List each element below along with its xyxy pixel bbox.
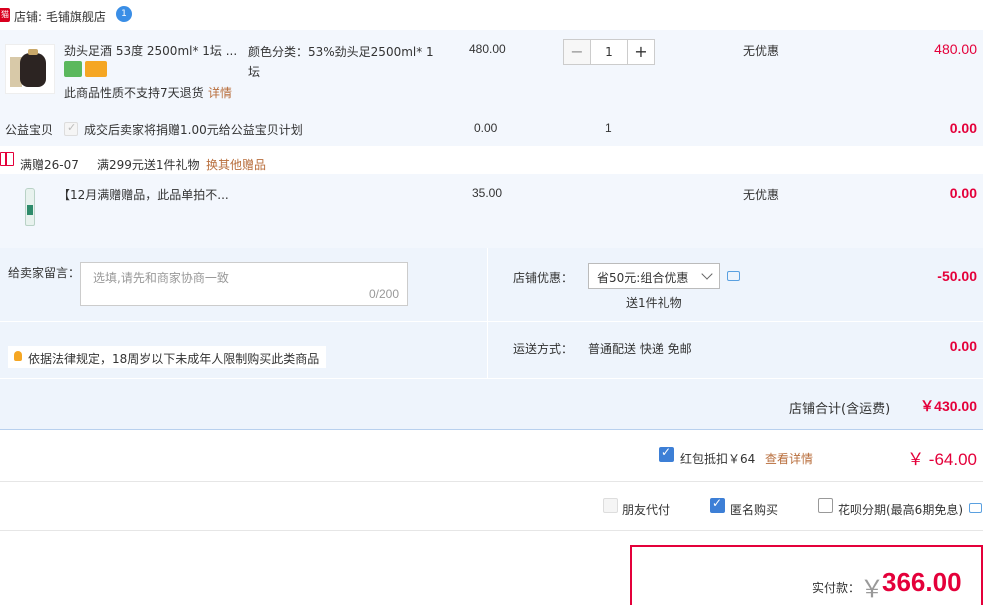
pay-currency: ￥: [860, 576, 884, 603]
shop-discount-label: 店铺优惠：: [513, 271, 574, 285]
gift-icon: [0, 152, 14, 166]
order-summary-panel: 给卖家留言： 选填,请先和商家协商一致 0/200 店铺优惠： 省50元:组合优…: [0, 248, 983, 430]
shop-discount-selected: 省50元:组合优惠: [597, 271, 689, 285]
anonymous-label: 匿名购买: [730, 503, 779, 517]
charity-text: 成交后卖家将捐赠1.00元给公益宝贝计划: [84, 123, 303, 137]
charity-subtotal: 0.00: [949, 120, 977, 136]
quantity-decrease-button[interactable]: −: [563, 39, 591, 65]
legal-tip-box: 依据法律规定，18周岁以下未成年人限制购买此类商品: [8, 346, 326, 368]
gift-price: 35.00: [472, 186, 503, 200]
gift-promo-text: 满299元送1件礼物: [97, 158, 200, 172]
gift-thumbnail[interactable]: [5, 182, 55, 232]
shop-header: 猫 店铺: 毛铺旗舰店 1: [0, 0, 983, 30]
pay-amount: 366.00: [882, 567, 962, 597]
unit-price: 480.00: [469, 42, 506, 56]
item-discount-text: 无优惠: [743, 44, 780, 58]
friend-pay-label: 朋友代付: [622, 503, 671, 517]
divider-line: [0, 481, 983, 482]
credit-badge-icon: [64, 61, 82, 77]
delivery-amount: 0.00: [949, 338, 977, 354]
redpacket-checkbox[interactable]: [659, 445, 674, 462]
charity-quantity: 1: [605, 121, 612, 135]
gift-subtotal: 0.00: [949, 185, 977, 201]
legal-tip-text: 依据法律规定，18周岁以下未成年人限制购买此类商品: [28, 352, 320, 366]
gift-item-row: 【12月满赠赠品，此品单拍不... 35.00 无优惠 0.00: [0, 174, 983, 248]
huabei-label: 花呗分期(最高6期免息): [838, 503, 963, 517]
lightbulb-icon: [14, 351, 22, 361]
delivery-value: 普通配送 快递 免邮: [588, 342, 692, 356]
sku-label: 颜色分类：53%劲头足2500ml* 1坛: [248, 45, 434, 79]
summary-vertical-divider: [487, 248, 488, 378]
bottle-shape: [25, 188, 35, 226]
pay-label: 实付款：: [812, 581, 861, 595]
gift-promo-header: 满赠26-07 满299元送1件礼物 换其他赠品: [0, 146, 983, 174]
delivery-label: 运送方式：: [513, 342, 574, 356]
summary-divider: [0, 321, 983, 322]
change-gift-link[interactable]: 换其他赠品: [206, 156, 266, 173]
gift-promo-tag: 满赠26-07: [20, 158, 79, 172]
divider-line: [0, 530, 983, 531]
gift-discount-text: 无优惠: [743, 188, 780, 202]
charity-row: 公益宝贝 成交后卖家将捐赠1.00元给公益宝贝计划 0.00 1 0.00: [0, 112, 983, 146]
charity-label: 公益宝贝: [5, 123, 54, 137]
friend-pay-checkbox: [603, 498, 618, 513]
memo-placeholder: 选填,请先和商家协商一致: [93, 271, 229, 285]
quantity-increase-button[interactable]: +: [627, 39, 655, 65]
charity-price: 0.00: [474, 121, 498, 135]
anonymous-checkbox[interactable]: [710, 496, 725, 513]
product-title-link[interactable]: 劲头足酒 53度 2500ml* 1坛 ...: [64, 42, 244, 59]
memo-char-count: 0/200: [368, 287, 399, 301]
chevron-down-icon: [701, 268, 713, 280]
shop-name-link[interactable]: 店铺: 毛铺旗舰店: [14, 8, 106, 25]
order-item-row: 劲头足酒 53度 2500ml* 1坛 ... 颜色分类：53%劲头足2500m…: [0, 30, 983, 112]
charity-checkbox: [64, 121, 78, 136]
liquor-jar-shape: [20, 49, 46, 87]
shop-total-label: 店铺合计(含运费): [789, 402, 891, 417]
card-payment-icon: [85, 61, 107, 77]
shop-discount-select[interactable]: 省50元:组合优惠: [588, 263, 720, 289]
item-subtotal: 480.00: [934, 41, 977, 57]
no-return-detail-link[interactable]: 详情: [208, 84, 232, 101]
huabei-checkbox[interactable]: [818, 498, 833, 513]
gift-title-link[interactable]: 【12月满赠赠品，此品单拍不...: [58, 186, 229, 203]
shop-discount-gift-text: 送1件礼物: [626, 296, 682, 310]
message-icon[interactable]: [969, 503, 982, 513]
product-thumbnail[interactable]: [5, 44, 55, 94]
summary-divider: [0, 378, 983, 379]
memo-textarea[interactable]: 选填,请先和商家协商一致 0/200: [80, 262, 408, 306]
wangwang-chat-icon[interactable]: 1: [116, 6, 132, 22]
redpacket-detail-link[interactable]: 查看详情: [765, 450, 813, 467]
message-icon[interactable]: [727, 271, 740, 281]
quantity-input[interactable]: 1: [591, 39, 627, 65]
tmall-badge-icon: 猫: [0, 8, 10, 22]
redpacket-label: 红包抵扣￥64: [680, 452, 756, 466]
memo-label: 给卖家留言：: [8, 266, 81, 280]
shop-total-value: ￥430.00: [920, 398, 977, 414]
no-return-notice: 此商品性质不支持7天退货: [64, 86, 204, 100]
shop-discount-amount: -50.00: [937, 268, 977, 284]
quantity-stepper: − 1 +: [563, 39, 655, 65]
redpacket-amount: ￥ -64.00: [907, 450, 977, 469]
pay-total-box: 实付款： ￥ 366.00: [630, 545, 983, 605]
